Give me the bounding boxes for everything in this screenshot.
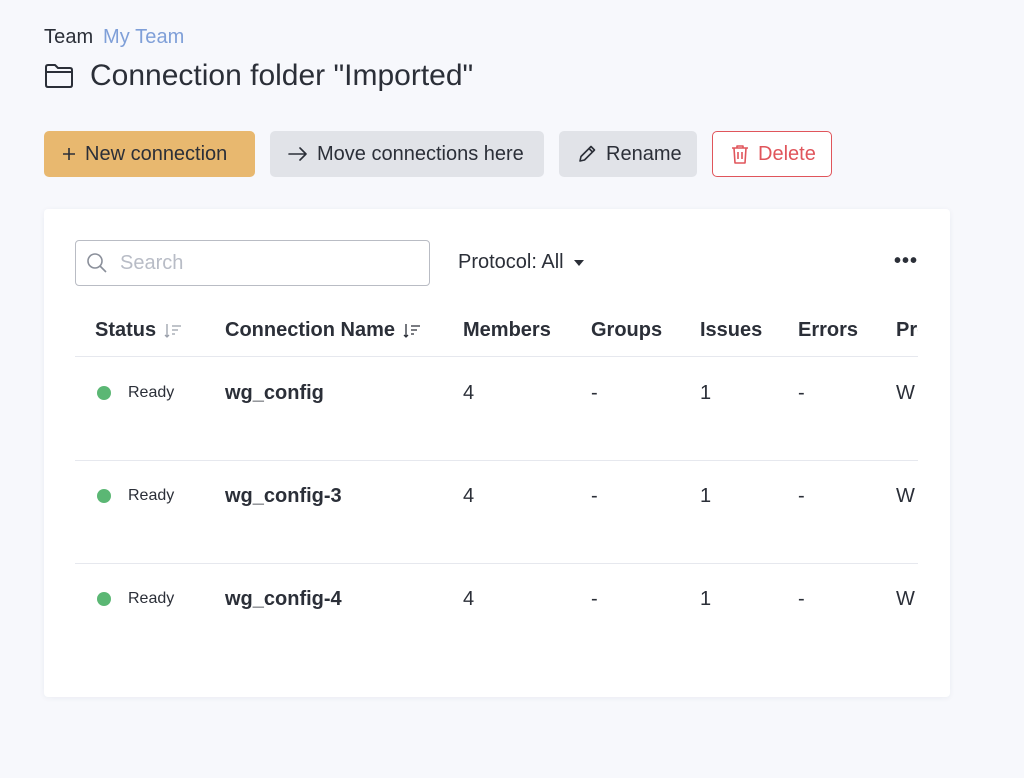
- column-header-connection-name[interactable]: Connection Name: [225, 319, 421, 342]
- plus-icon: [62, 147, 76, 161]
- folder-icon: [44, 63, 74, 89]
- issues-count: 1: [700, 382, 712, 404]
- connection-name[interactable]: wg_config: [225, 382, 324, 405]
- search-input[interactable]: [120, 251, 400, 275]
- connection-name[interactable]: wg_config-4: [225, 588, 342, 611]
- column-header-status[interactable]: Status: [95, 319, 182, 342]
- status-cell: Ready: [97, 384, 174, 402]
- pencil-icon: [577, 144, 597, 164]
- move-connections-button[interactable]: Move connections here: [270, 131, 544, 177]
- page: Team My Team Connection folder "Imported…: [0, 0, 1024, 778]
- move-connections-label: Move connections here: [317, 142, 524, 165]
- connection-name[interactable]: wg_config-3: [225, 485, 342, 508]
- protocol-value: W: [896, 382, 915, 404]
- groups-value: -: [591, 485, 598, 507]
- errors-value: -: [798, 588, 805, 610]
- breadcrumb-team-label: Team: [44, 26, 94, 48]
- breadcrumb-team-link[interactable]: My Team: [103, 26, 184, 48]
- caret-down-icon: [573, 259, 584, 266]
- table-row[interactable]: Ready wg_config-4 4 - 1 - W: [75, 564, 918, 667]
- connections-card: Protocol: All ••• Status Connection Name: [44, 209, 950, 697]
- members-count: 4: [463, 485, 475, 507]
- trash-icon: [731, 144, 749, 164]
- title-row: Connection folder "Imported": [44, 58, 473, 94]
- connections-table: Status Connection Name Members Groups Is…: [75, 297, 918, 677]
- status-dot: [97, 592, 111, 606]
- table-row[interactable]: Ready wg_config 4 - 1 - W: [75, 358, 918, 461]
- status-dot: [97, 489, 111, 503]
- arrow-right-icon: [288, 147, 308, 161]
- sort-icon: [164, 323, 182, 339]
- column-header-issues[interactable]: Issues: [700, 319, 762, 342]
- status-dot: [97, 386, 111, 400]
- members-count: 4: [463, 588, 475, 610]
- protocol-filter-label: Protocol: All: [458, 251, 564, 273]
- column-header-connection-name-label: Connection Name: [225, 319, 396, 341]
- errors-value: -: [798, 382, 805, 404]
- search-box: [75, 240, 430, 286]
- sort-icon: [403, 323, 421, 339]
- new-connection-button[interactable]: New connection: [44, 131, 255, 177]
- protocol-value: W: [896, 588, 915, 610]
- breadcrumb: Team My Team: [44, 25, 184, 49]
- delete-label: Delete: [758, 142, 816, 165]
- column-header-protocol[interactable]: Pro: [896, 319, 918, 342]
- rename-label: Rename: [606, 142, 682, 165]
- table-row[interactable]: Ready wg_config-3 4 - 1 - W: [75, 461, 918, 564]
- column-header-status-label: Status: [95, 319, 157, 341]
- groups-value: -: [591, 588, 598, 610]
- status-cell: Ready: [97, 487, 174, 505]
- issues-count: 1: [700, 588, 712, 610]
- issues-count: 1: [700, 485, 712, 507]
- errors-value: -: [798, 485, 805, 507]
- toolbar: New connection Move connections here Ren…: [44, 131, 832, 177]
- protocol-value: W: [896, 485, 915, 507]
- delete-button[interactable]: Delete: [712, 131, 832, 177]
- status-label: Ready: [128, 590, 175, 607]
- groups-value: -: [591, 382, 598, 404]
- column-header-errors[interactable]: Errors: [798, 319, 858, 342]
- search-icon: [86, 252, 108, 274]
- status-label: Ready: [128, 487, 175, 504]
- column-header-groups[interactable]: Groups: [591, 319, 662, 342]
- protocol-filter-dropdown[interactable]: Protocol: All: [458, 251, 584, 274]
- members-count: 4: [463, 382, 475, 404]
- rename-button[interactable]: Rename: [559, 131, 697, 177]
- table-header: Status Connection Name Members Groups Is…: [75, 297, 918, 357]
- status-cell: Ready: [97, 590, 174, 608]
- column-header-members[interactable]: Members: [463, 319, 551, 342]
- status-label: Ready: [128, 384, 175, 401]
- more-options-button[interactable]: •••: [894, 249, 918, 273]
- new-connection-label: New connection: [85, 142, 228, 165]
- page-title: Connection folder "Imported": [90, 59, 474, 92]
